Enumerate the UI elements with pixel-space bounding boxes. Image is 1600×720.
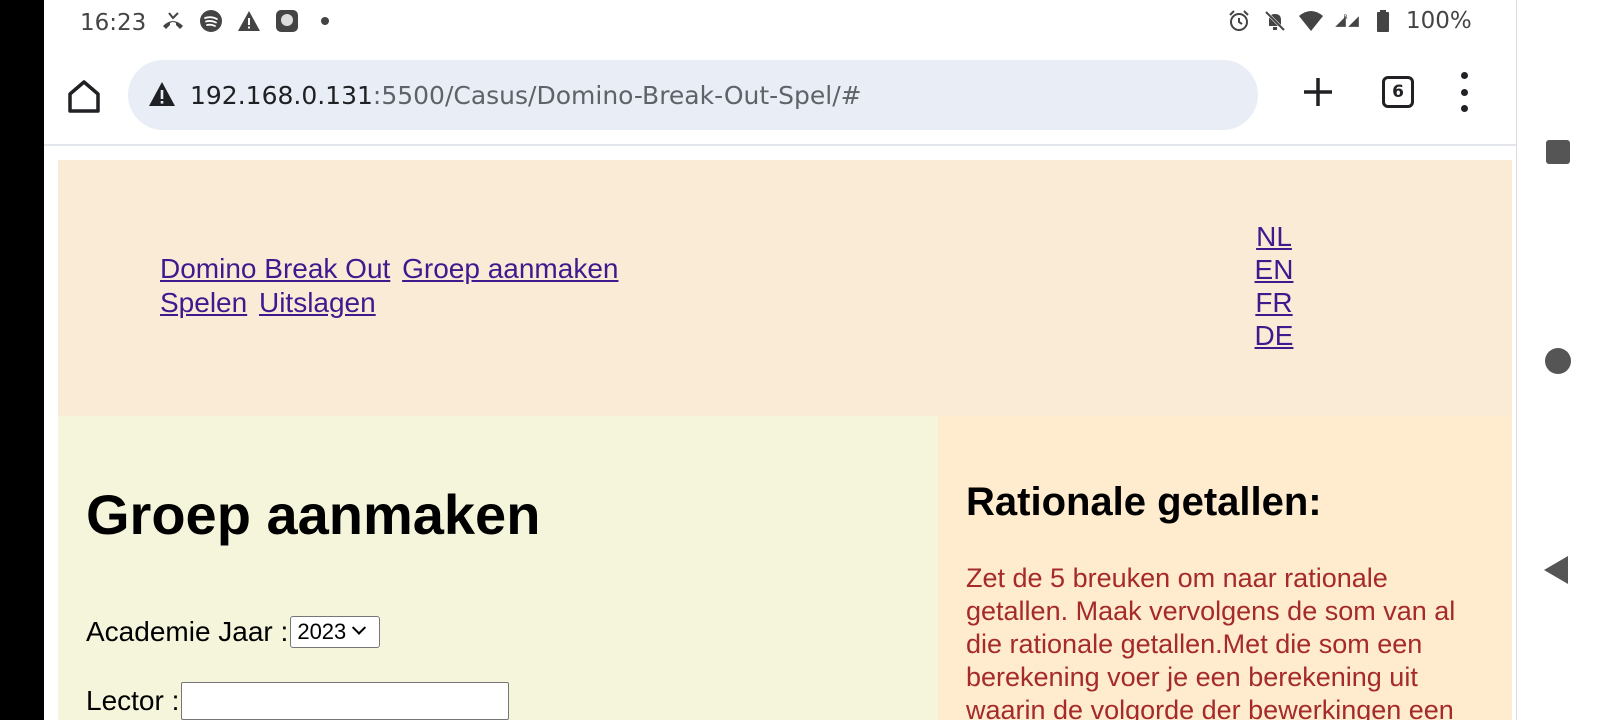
year-select[interactable]: 2023 — [290, 616, 381, 648]
status-icons-right: R 100% — [1226, 8, 1472, 34]
nav-link-uitslagen[interactable]: Uitslagen — [259, 287, 376, 318]
spotify-icon — [198, 8, 224, 34]
info-text: Zet de 5 breuken om naar rationale getal… — [966, 563, 1456, 720]
tab-switcher-button[interactable]: 6 — [1382, 76, 1414, 108]
battery-icon — [1370, 8, 1396, 34]
lang-link-nl[interactable]: NL — [1244, 220, 1304, 253]
status-time: 16:23 — [80, 10, 147, 36]
recent-apps-button[interactable] — [1546, 140, 1570, 164]
missed-call-icon — [160, 8, 186, 34]
year-row: Academie Jaar : 2023 — [86, 616, 381, 648]
url-host: 192.168.0.131 — [190, 80, 373, 110]
signal-icon: R — [1334, 8, 1360, 34]
info-title: Rationale getallen: — [966, 480, 1322, 524]
page-title: Groep aanmaken — [86, 483, 541, 546]
wifi-icon — [1298, 8, 1324, 34]
battery-percent: 100% — [1406, 8, 1472, 34]
lang-link-en[interactable]: EN — [1244, 253, 1304, 286]
lector-row: Lector : — [86, 682, 510, 720]
phone-screen: 16:23 R 100% 192.168.0.131:5500/Casus/Do… — [44, 0, 1516, 720]
app-icon — [274, 8, 300, 34]
chevron-down-icon — [352, 620, 367, 635]
browser-toolbar: 192.168.0.131:5500/Casus/Domino-Break-Ou… — [44, 52, 1516, 146]
home-icon[interactable] — [62, 74, 106, 118]
back-nav-button[interactable] — [1544, 556, 1568, 584]
new-tab-icon[interactable] — [1298, 72, 1338, 112]
group-form-section: Groep aanmaken Academie Jaar : 2023 Lect… — [58, 416, 938, 720]
nav-link-groep-aanmaken[interactable]: Groep aanmaken — [402, 253, 618, 284]
lang-link-fr[interactable]: FR — [1244, 286, 1304, 319]
dot-icon — [312, 8, 338, 34]
year-label: Academie Jaar : — [86, 616, 289, 647]
web-page: Domino Break Out Groep aanmaken Spelen U… — [44, 148, 1516, 720]
address-bar[interactable]: 192.168.0.131:5500/Casus/Domino-Break-Ou… — [128, 60, 1258, 130]
lector-label: Lector : — [86, 685, 180, 716]
lector-input[interactable] — [181, 682, 510, 720]
lang-link-de[interactable]: DE — [1244, 319, 1304, 352]
site-nav: Domino Break Out Groep aanmaken Spelen U… — [160, 252, 720, 320]
nav-link-home[interactable]: Domino Break Out — [160, 253, 390, 284]
year-select-value: 2023 — [297, 619, 347, 644]
warning-icon — [236, 8, 262, 34]
device-left-edge — [0, 0, 44, 720]
mute-icon — [1262, 8, 1288, 34]
home-nav-button[interactable] — [1545, 348, 1571, 374]
svg-text:R: R — [1343, 15, 1347, 21]
url-path: :5500/Casus/Domino-Break-Out-Spel/# — [372, 80, 862, 110]
language-nav: NL EN FR DE — [1244, 220, 1304, 352]
info-panel: Rationale getallen: Zet de 5 breuken om … — [938, 416, 1512, 720]
more-options-icon[interactable] — [1458, 72, 1470, 112]
alarm-icon — [1226, 8, 1252, 34]
status-icons-left — [160, 8, 338, 34]
not-secure-warning-icon[interactable] — [148, 81, 176, 109]
url-text: 192.168.0.131:5500/Casus/Domino-Break-Ou… — [190, 81, 862, 110]
site-header: Domino Break Out Groep aanmaken Spelen U… — [58, 160, 1512, 416]
status-bar: 16:23 R 100% — [44, 0, 1516, 48]
nav-link-spelen[interactable]: Spelen — [160, 287, 247, 318]
